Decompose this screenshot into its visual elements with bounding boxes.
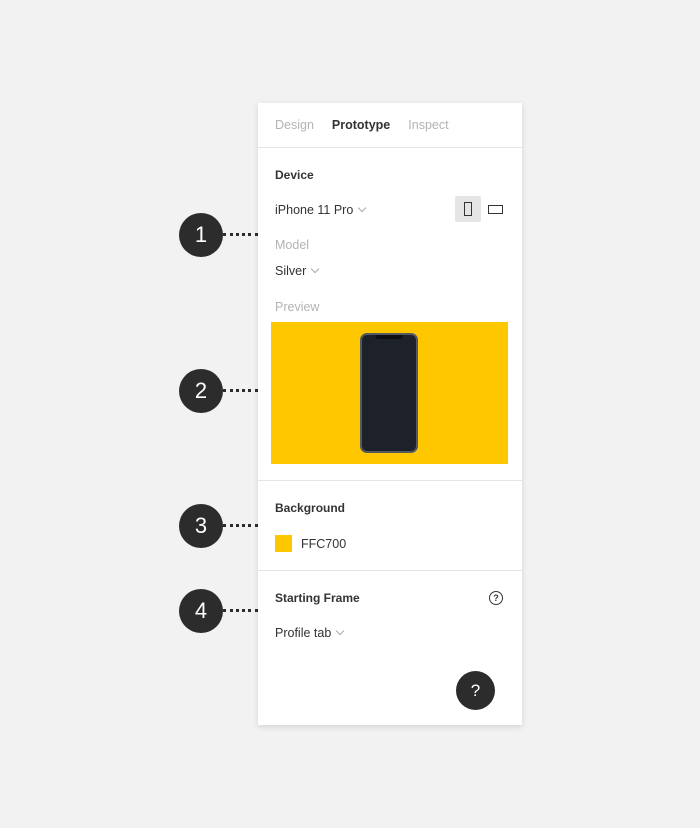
device-title: Device (275, 168, 314, 182)
landscape-button[interactable] (484, 196, 506, 222)
model-value: Silver (275, 264, 307, 278)
callout-1: 1 (179, 213, 223, 257)
chevron-down-icon (311, 264, 320, 274)
portrait-button[interactable] (455, 196, 481, 222)
model-label: Model (275, 238, 310, 252)
callout-connector (223, 389, 258, 392)
callout-4: 4 (179, 589, 223, 633)
landscape-icon (487, 204, 503, 214)
callout-connector (223, 524, 258, 527)
color-hex-value[interactable]: FFC700 (301, 537, 346, 551)
tab-inspect[interactable]: Inspect (408, 118, 448, 132)
background-color-field[interactable]: FFC700 (275, 535, 346, 552)
callout-number: 1 (194, 222, 208, 247)
device-dropdown[interactable]: iPhone 11 Pro (275, 203, 367, 217)
background-title: Background (275, 501, 346, 515)
callout-number: 4 (194, 598, 208, 623)
background-section: Background FFC700 (258, 481, 522, 571)
phone-notch (375, 335, 403, 339)
phone-mockup (360, 333, 418, 453)
callout-connector (223, 233, 258, 236)
help-button[interactable]: ? (456, 671, 495, 710)
starting-frame-title: Starting Frame (275, 591, 360, 605)
callout-3: 3 (179, 504, 223, 548)
help-circle-icon[interactable]: ? (489, 591, 503, 605)
portrait-icon (464, 202, 472, 216)
tab-prototype[interactable]: Prototype (332, 118, 390, 132)
properties-panel: Design Prototype Inspect Device iPhone 1… (258, 103, 522, 725)
device-value: iPhone 11 Pro (275, 203, 354, 217)
device-section: Device iPhone 11 Pro Model Silver Previe… (258, 148, 522, 481)
chevron-down-icon (336, 626, 345, 636)
callout-number: 3 (194, 513, 208, 538)
tab-design[interactable]: Design (275, 118, 314, 132)
starting-frame-section: Starting Frame ? Profile tab (258, 571, 522, 681)
model-dropdown[interactable]: Silver (275, 264, 320, 278)
chevron-down-icon (358, 203, 367, 213)
device-preview (271, 322, 508, 464)
starting-frame-dropdown[interactable]: Profile tab (275, 626, 345, 640)
callout-number: 2 (194, 378, 208, 403)
callout-2: 2 (179, 369, 223, 413)
preview-label: Preview (275, 300, 320, 314)
callout-connector (223, 609, 258, 612)
question-mark-icon: ? (470, 680, 481, 700)
tab-bar: Design Prototype Inspect (258, 103, 522, 148)
color-swatch[interactable] (275, 535, 292, 552)
starting-frame-value: Profile tab (275, 626, 332, 640)
